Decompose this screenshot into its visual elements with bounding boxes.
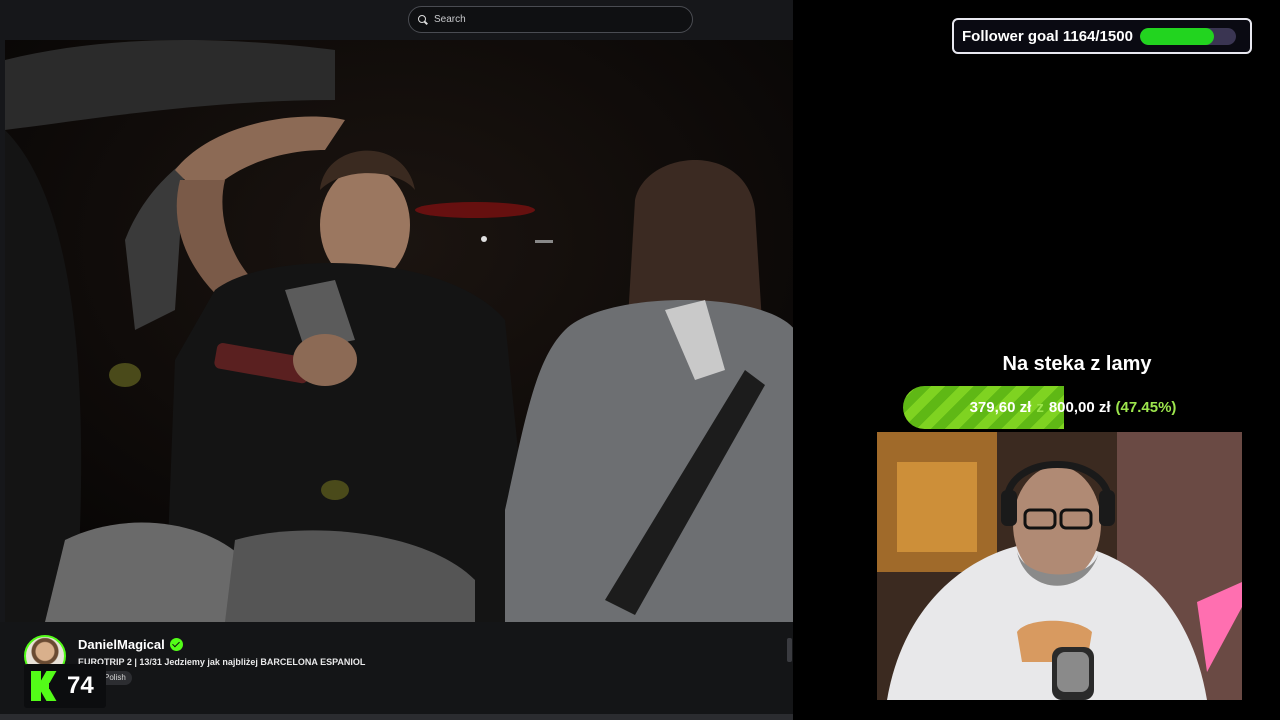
donation-separator: z (1036, 399, 1044, 416)
browser-panel: Search DanielMagical EUROTRIP 2 | 13/31 … (0, 0, 793, 720)
kick-logo-icon (31, 671, 61, 701)
stream-scene: Search DanielMagical EUROTRIP 2 | 13/31 … (0, 0, 1280, 720)
follower-goal-progress-fill (1139, 27, 1215, 45)
donation-goal-title: Na steka z lamy (1002, 353, 1152, 375)
car-interior-video-frame (5, 40, 793, 622)
viewer-count-badge: 74 (24, 664, 106, 708)
webcam-frame (877, 432, 1242, 700)
stream-info-bar (0, 622, 793, 714)
search-input[interactable]: Search (408, 6, 693, 33)
scrollbar-handle[interactable] (787, 638, 792, 662)
top-navigation-bar: Search (0, 0, 793, 40)
verified-icon (169, 638, 183, 651)
bottom-strip (0, 714, 793, 720)
follower-goal-progress-track (1139, 27, 1236, 45)
streamer-webcam (877, 432, 1242, 700)
channel-name-row[interactable]: DanielMagical (78, 637, 183, 652)
donation-goal-bar: 379,60 zł z 800,00 zł (47.45%) (903, 386, 1243, 429)
search-icon (418, 14, 428, 25)
viewer-count: 74 (67, 672, 94, 699)
donation-percent: (47.45%) (1115, 399, 1177, 416)
donation-goal-amounts: 379,60 zł z 800,00 zł (47.45%) (903, 386, 1243, 429)
video-player[interactable] (5, 40, 793, 622)
follower-goal-widget: Follower goal 1164/1500 (952, 18, 1252, 54)
donation-current: 379,60 zł (969, 399, 1032, 416)
search-placeholder: Search (434, 14, 466, 25)
stream-title: EUROTRIP 2 | 13/31 Jedziemy jak najbliże… (78, 657, 366, 667)
follower-goal-label: Follower goal 1164/1500 (962, 27, 1133, 45)
channel-name[interactable]: DanielMagical (78, 637, 165, 652)
donation-target: 800,00 zł (1048, 399, 1111, 416)
